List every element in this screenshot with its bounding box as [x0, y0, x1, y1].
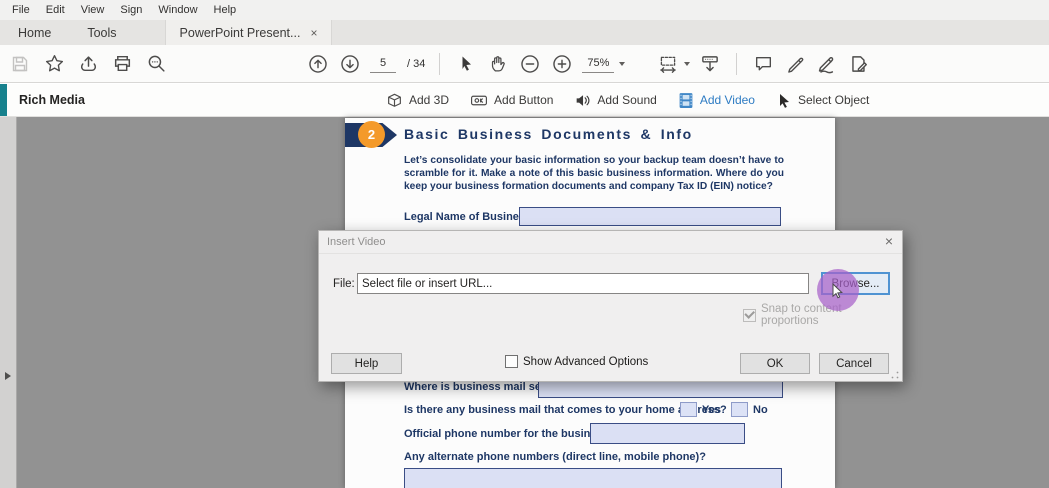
snap-checkbox	[743, 308, 756, 322]
menu-edit[interactable]: Edit	[38, 0, 73, 20]
add-button-button[interactable]: Add Button	[470, 92, 553, 109]
zoom-level-value[interactable]: 75%	[582, 54, 615, 73]
resize-grip-icon[interactable]	[891, 371, 899, 379]
document-area: 2 Basic Business Documents & Info Let’s …	[0, 117, 1049, 488]
tab-tools-label: Tools	[87, 25, 117, 40]
highlight-icon[interactable]	[783, 51, 807, 77]
advanced-checkbox[interactable]	[505, 355, 518, 368]
cursor-icon	[779, 93, 789, 108]
page-number-input[interactable]: 5	[370, 54, 396, 73]
advanced-options-option[interactable]: Show Advanced Options	[505, 355, 648, 368]
phone-field[interactable]	[590, 423, 745, 444]
presentation-mode-icon[interactable]	[698, 51, 722, 77]
dialog-title: Insert Video	[327, 236, 386, 248]
share-icon[interactable]	[76, 51, 100, 77]
ok-label: OK	[766, 357, 784, 370]
tab-bar: Home Tools PowerPoint Present... ×	[0, 20, 1049, 45]
close-dialog-icon[interactable]: ×	[885, 234, 893, 248]
section-intro: Let’s consolidate your basic information…	[404, 155, 784, 192]
menu-window[interactable]: Window	[150, 0, 205, 20]
star-icon[interactable]	[42, 51, 66, 77]
legal-name-field[interactable]	[519, 207, 781, 226]
menu-view[interactable]: View	[73, 0, 113, 20]
zoom-level-control[interactable]: 75%	[582, 54, 626, 73]
legal-name-label: Legal Name of Business:	[404, 211, 535, 223]
tab-document-label: PowerPoint Present...	[179, 25, 301, 40]
add-button-label: Add Button	[494, 93, 554, 107]
save-icon[interactable]	[8, 51, 32, 77]
tab-home-label: Home	[18, 25, 52, 40]
tab-document[interactable]: PowerPoint Present... ×	[164, 20, 333, 45]
yes-checkbox[interactable]	[680, 402, 697, 417]
add-sound-button[interactable]: Add Sound	[574, 92, 657, 109]
zoom-in-icon[interactable]	[550, 51, 574, 77]
ok-button[interactable]: OK	[740, 353, 810, 374]
menu-sign[interactable]: Sign	[112, 0, 150, 20]
step-number-badge: 2	[358, 121, 385, 148]
print-icon[interactable]	[110, 51, 134, 77]
snap-label: Snap to content proportions	[760, 303, 842, 327]
toolbar-divider	[736, 52, 737, 75]
sign-icon[interactable]	[815, 51, 839, 77]
hand-tool-icon[interactable]	[486, 51, 510, 77]
add-sound-label: Add Sound	[597, 93, 657, 107]
film-icon	[679, 92, 693, 108]
chevron-down-icon[interactable]	[619, 61, 626, 66]
dialog-titlebar[interactable]: Insert Video ×	[319, 231, 902, 254]
close-tab-icon[interactable]: ×	[310, 27, 317, 39]
mouse-cursor-icon	[832, 283, 843, 299]
add-3d-label: Add 3D	[409, 93, 450, 107]
toolbar-divider	[439, 52, 441, 75]
insert-video-dialog: Insert Video × File: Browse... Snap to c…	[318, 230, 903, 382]
richmedia-accent-bar	[0, 84, 7, 116]
file-label: File:	[333, 278, 355, 290]
cube-icon	[388, 93, 401, 107]
richmedia-toolbar: Rich Media Add 3D Add Button Add Sound A…	[0, 84, 1049, 117]
select-object-label: Select Object	[797, 93, 870, 107]
add-video-button[interactable]: Add Video	[678, 92, 755, 109]
cancel-button[interactable]: Cancel	[819, 353, 889, 374]
ok-button-icon	[471, 95, 488, 105]
page-total-label: / 34	[407, 57, 426, 70]
checkmark-icon	[744, 308, 755, 319]
menu-file[interactable]: File	[4, 0, 38, 20]
menu-bar: File Edit View Sign Window Help	[0, 0, 1049, 20]
next-page-icon[interactable]	[338, 51, 362, 77]
help-label: Help	[354, 357, 379, 370]
snap-proportions-option: Snap to content proportions	[743, 303, 902, 327]
section-heading: Basic Business Documents & Info	[404, 126, 693, 142]
menu-help[interactable]: Help	[206, 0, 245, 20]
home-address-label: Is there any business mail that comes to…	[404, 404, 727, 416]
file-input[interactable]	[357, 273, 809, 294]
acrobat-window: File Edit View Sign Window Help Home Too…	[0, 0, 1049, 488]
search-icon[interactable]	[144, 51, 168, 77]
help-button[interactable]: Help	[331, 353, 402, 374]
nav-panel-strip[interactable]	[0, 117, 17, 488]
chevron-down-icon[interactable]	[684, 61, 690, 66]
tab-tools[interactable]: Tools	[69, 20, 134, 45]
richmedia-title: Rich Media	[19, 93, 85, 107]
alt-phone-field[interactable]	[404, 468, 782, 488]
select-tool-icon[interactable]	[454, 51, 478, 77]
tab-home[interactable]: Home	[0, 20, 69, 45]
fill-sign-icon[interactable]	[847, 51, 871, 77]
add-3d-button[interactable]: Add 3D	[386, 92, 449, 109]
alt-phone-label: Any alternate phone numbers (direct line…	[404, 451, 706, 463]
advanced-label: Show Advanced Options	[523, 355, 649, 368]
no-checkbox[interactable]	[731, 402, 748, 417]
add-video-label: Add Video	[699, 93, 755, 107]
cancel-label: Cancel	[836, 357, 872, 370]
main-toolbar: 5 / 34 75%	[0, 45, 1049, 83]
yes-label: Yes	[702, 404, 721, 416]
comment-icon[interactable]	[751, 51, 775, 77]
page-fit-icon[interactable]	[656, 51, 680, 77]
expand-panel-icon[interactable]	[5, 372, 11, 380]
previous-page-icon[interactable]	[306, 51, 330, 77]
mail-sent-label: Where is business mail sent?	[404, 381, 559, 393]
zoom-out-icon[interactable]	[518, 51, 542, 77]
select-object-button[interactable]: Select Object	[776, 92, 869, 109]
speaker-icon	[577, 94, 590, 106]
phone-label: Official phone number for the business:	[404, 428, 613, 440]
no-label: No	[753, 404, 768, 416]
